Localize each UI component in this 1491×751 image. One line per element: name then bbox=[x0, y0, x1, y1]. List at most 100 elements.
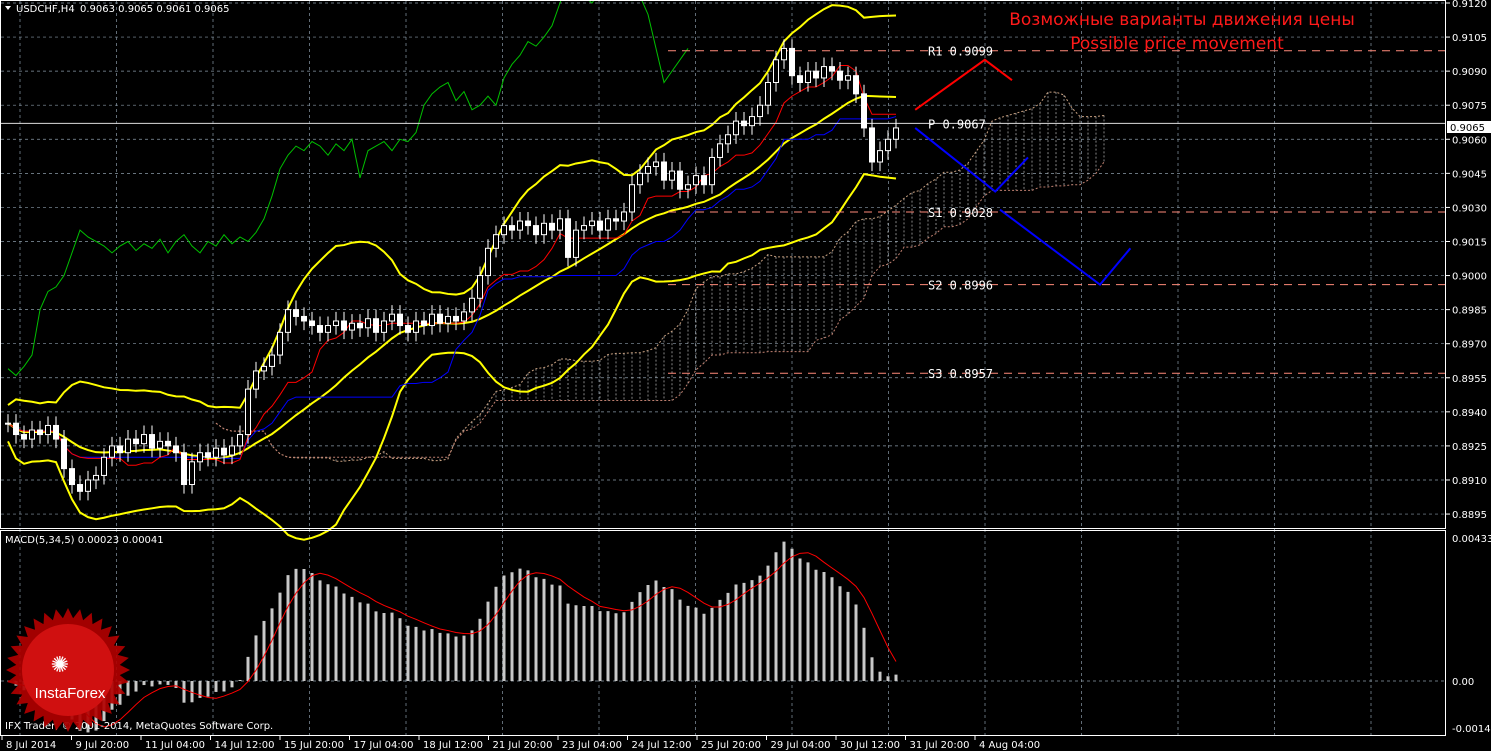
time-label: 30 Jul 12:00 bbox=[840, 740, 900, 751]
candle-body bbox=[109, 445, 115, 458]
current-price: 0.9065 bbox=[1450, 123, 1485, 134]
candle-body bbox=[533, 225, 539, 236]
candle-body bbox=[341, 320, 347, 331]
scenario-line bbox=[999, 208, 1132, 287]
candle-body bbox=[173, 445, 179, 454]
price-tick-label: 0.8925 bbox=[1452, 442, 1487, 453]
candle-body bbox=[477, 275, 483, 299]
price-tick-label: 0.9090 bbox=[1452, 67, 1487, 78]
candle-body bbox=[325, 325, 331, 333]
candle-body bbox=[557, 218, 563, 231]
pivot-levels: R1 0.9099 P 0.9067 S1 0.9028 S2 0.8996 S3 0.… bbox=[1, 45, 1445, 381]
time-label: 17 Jul 04:00 bbox=[354, 740, 414, 751]
candle-body bbox=[877, 150, 883, 163]
candle-body bbox=[421, 320, 427, 327]
macd-histogram bbox=[7, 541, 898, 733]
price-tick-label: 0.8970 bbox=[1452, 340, 1487, 351]
candle-body bbox=[589, 220, 595, 227]
candle-body bbox=[253, 370, 259, 390]
candle-body bbox=[813, 70, 819, 79]
macd-tick-label: 0.00433 bbox=[1452, 534, 1491, 545]
time-label: 21 Jul 20:00 bbox=[493, 740, 553, 751]
candle-body bbox=[549, 222, 555, 231]
candle-body bbox=[661, 161, 667, 181]
candle-body bbox=[13, 422, 19, 436]
candle-body bbox=[21, 434, 27, 440]
candle-body bbox=[61, 438, 67, 470]
candle-body bbox=[437, 313, 443, 324]
time-label: 31 Jul 20:00 bbox=[910, 740, 970, 751]
candle-body bbox=[805, 70, 811, 83]
scenario-line bbox=[914, 127, 1029, 193]
symbol-label: USDCHF,H4 bbox=[16, 4, 75, 15]
candle-body bbox=[469, 297, 475, 313]
scenario-line bbox=[914, 58, 1013, 111]
candle-body bbox=[237, 434, 243, 447]
time-label: 25 Jul 20:00 bbox=[701, 740, 761, 751]
level-label-r1: R1 0.9099 bbox=[928, 45, 993, 59]
candle-body bbox=[77, 484, 83, 492]
time-label: 11 Jul 04:00 bbox=[145, 740, 205, 751]
dropdown-triangle-icon[interactable] bbox=[5, 6, 11, 10]
candle-body bbox=[381, 320, 387, 333]
price-tick-label: 0.9060 bbox=[1452, 135, 1487, 146]
time-label: 29 Jul 04:00 bbox=[771, 740, 831, 751]
candle-body bbox=[37, 429, 43, 436]
candle-body bbox=[133, 438, 139, 445]
candle-body bbox=[229, 445, 235, 456]
candle-body bbox=[749, 116, 755, 127]
candle-body bbox=[245, 388, 251, 436]
candle-body bbox=[741, 120, 747, 127]
candle-body bbox=[765, 81, 771, 106]
candle-body bbox=[653, 161, 659, 168]
candle-body bbox=[509, 225, 515, 231]
time-label: 15 Jul 20:00 bbox=[284, 740, 344, 751]
price-chart[interactable]: R1 0.9099 P 0.9067 S1 0.9028 S2 0.8996 S3 0.… bbox=[0, 0, 1491, 751]
candle-body bbox=[317, 325, 323, 333]
price-tick-label: 0.8955 bbox=[1452, 374, 1487, 385]
candle-body bbox=[125, 438, 131, 454]
candle-body bbox=[117, 445, 123, 454]
candle-body bbox=[45, 424, 51, 436]
price-tick-label: 0.8910 bbox=[1452, 476, 1487, 487]
candle-body bbox=[845, 75, 851, 81]
level-label-s3: S3 0.8957 bbox=[928, 367, 993, 381]
level-label-s1: S1 0.9028 bbox=[928, 206, 993, 220]
candle-body bbox=[189, 461, 195, 486]
candle-body bbox=[5, 422, 11, 425]
candles bbox=[5, 39, 899, 501]
candle-body bbox=[821, 66, 827, 79]
candle-body bbox=[565, 218, 571, 258]
time-label: 24 Jul 12:00 bbox=[632, 740, 692, 751]
axes: 0.9120 0.9105 0.9090 0.9075 0.9060 0.9045 0.90… bbox=[1, 0, 1491, 751]
price-tick-label: 0.8940 bbox=[1452, 408, 1487, 419]
price-tick-label: 0.8895 bbox=[1452, 510, 1487, 521]
candle-body bbox=[837, 70, 843, 81]
candle-body bbox=[389, 313, 395, 322]
candle-body bbox=[221, 447, 227, 456]
candle-body bbox=[269, 354, 275, 367]
candle-body bbox=[773, 59, 779, 83]
candle-body bbox=[853, 75, 859, 95]
candle-body bbox=[677, 170, 683, 190]
candle-body bbox=[373, 318, 379, 333]
candle-body bbox=[453, 315, 459, 322]
candle-body bbox=[645, 166, 651, 174]
candle-body bbox=[149, 434, 155, 449]
candle-body bbox=[429, 313, 435, 327]
price-tick-label: 0.9075 bbox=[1452, 101, 1487, 112]
candle-body bbox=[365, 318, 371, 329]
grid bbox=[1, 1, 1445, 735]
candle-body bbox=[397, 313, 403, 327]
candle-body bbox=[293, 309, 299, 317]
candle-body bbox=[165, 440, 171, 447]
candle-body bbox=[637, 172, 643, 186]
candle-body bbox=[445, 315, 451, 324]
candle-body bbox=[485, 247, 491, 277]
macd-tick-label: -0.00143 bbox=[1452, 724, 1491, 735]
candle-body bbox=[405, 325, 411, 333]
title-en: Possible price movement bbox=[1070, 34, 1284, 54]
candle-body bbox=[693, 175, 699, 186]
candle-body bbox=[197, 452, 203, 463]
candle-body bbox=[349, 322, 355, 331]
